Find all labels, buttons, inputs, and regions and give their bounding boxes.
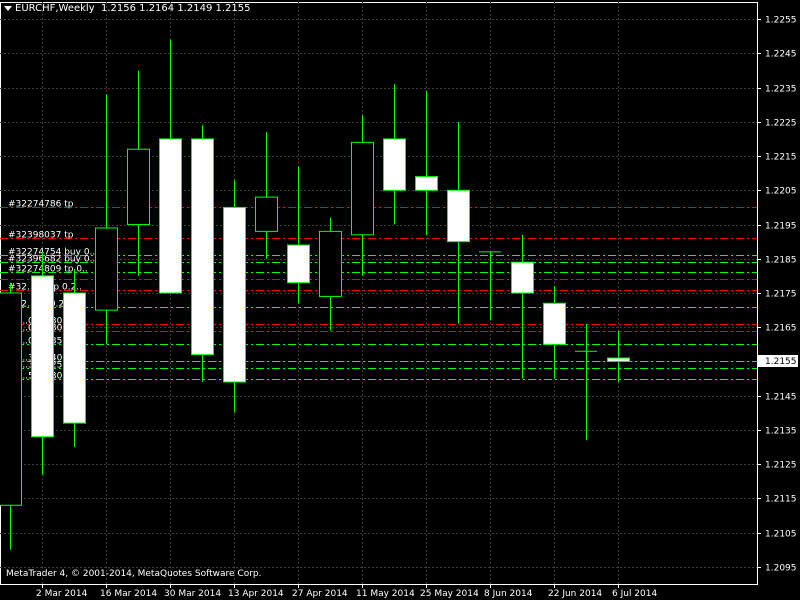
candle-body bbox=[319, 230, 342, 297]
candle-body bbox=[415, 176, 438, 191]
x-tick-label: 11 May 2014 bbox=[356, 589, 415, 599]
candle-body bbox=[127, 148, 150, 226]
candle-body bbox=[159, 138, 182, 294]
y-tick-label: 1.2215 bbox=[765, 153, 797, 163]
x-tick-label: 27 Apr 2014 bbox=[292, 589, 348, 599]
y-tick-label: 1.2115 bbox=[765, 495, 797, 505]
x-tick-label: 6 Jul 2014 bbox=[612, 589, 657, 599]
x-tick-label: 22 Jun 2014 bbox=[548, 589, 602, 599]
y-tick-label: 1.2185 bbox=[765, 256, 797, 266]
y-tick-label: 1.2235 bbox=[765, 85, 797, 95]
candle-body bbox=[511, 261, 534, 294]
candle-body bbox=[383, 138, 406, 191]
chart-header: EURCHF,Weekly 1.2156 1.2164 1.2149 1.215… bbox=[4, 3, 250, 14]
candle-body bbox=[31, 275, 54, 438]
y-tick-label: 1.2225 bbox=[765, 119, 797, 129]
x-tick-label: 13 Apr 2014 bbox=[228, 589, 284, 599]
candle-body bbox=[0, 292, 22, 506]
y-tick-label: 1.2245 bbox=[765, 50, 797, 60]
ohlc-readout: 1.2156 1.2164 1.2149 1.2155 bbox=[100, 3, 251, 14]
x-tick-label: 30 Mar 2014 bbox=[164, 589, 221, 599]
order-label: #32274786 tp bbox=[8, 200, 74, 210]
y-tick-label: 1.2135 bbox=[765, 427, 797, 437]
candle-body bbox=[351, 141, 374, 236]
x-tick-label: 25 May 2014 bbox=[420, 589, 479, 599]
candle-body bbox=[287, 244, 310, 284]
y-tick-label: 1.2175 bbox=[765, 290, 797, 300]
order-label: #32398037 tp bbox=[8, 231, 74, 241]
candle-body bbox=[191, 138, 214, 356]
y-tick-label: 1.2095 bbox=[765, 564, 797, 574]
y-tick-label: 1.2255 bbox=[765, 16, 797, 26]
dropdown-arrow-icon[interactable] bbox=[4, 5, 12, 11]
candle-body bbox=[63, 292, 86, 424]
y-tick-label: 1.2105 bbox=[765, 530, 797, 540]
candle-body bbox=[543, 302, 566, 345]
candle-body bbox=[223, 206, 246, 383]
chart-canvas[interactable]: 1.2255 1.2245 1.2235 1.2225 1.2215 1.2205 1.21… bbox=[0, 0, 800, 600]
y-tick-label: 1.2195 bbox=[765, 222, 797, 232]
y-tick-label: 1.2125 bbox=[765, 461, 797, 471]
symbol-label: EURCHF,Weekly bbox=[15, 3, 95, 14]
y-tick-label: 1.2205 bbox=[765, 187, 797, 197]
order-label: #32396682 buy 0.. bbox=[8, 255, 95, 265]
candle-body bbox=[95, 227, 118, 311]
current-price-label: 1.2155 bbox=[765, 357, 797, 367]
x-tick-label: 8 Jun 2014 bbox=[484, 589, 533, 599]
x-tick-label: 16 Mar 2014 bbox=[100, 589, 157, 599]
candle-body bbox=[607, 357, 630, 362]
copyright-text: MetaTrader 4, © 2001-2014, MetaQuotes So… bbox=[6, 569, 262, 579]
order-label: #32274809 tp 0.. bbox=[8, 265, 88, 275]
candle-body bbox=[255, 196, 278, 232]
x-tick-label: 2 Mar 2014 bbox=[36, 589, 88, 599]
candle-body bbox=[447, 189, 470, 243]
y-tick-label: 1.2145 bbox=[765, 393, 797, 403]
y-tick-label: 1.2165 bbox=[765, 324, 797, 334]
